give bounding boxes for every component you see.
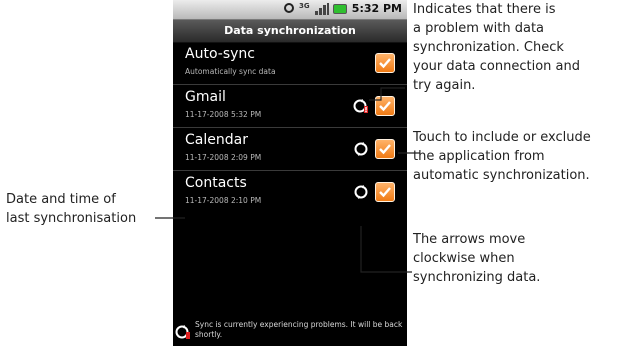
error-icon-leader-line bbox=[369, 87, 405, 101]
callout-arrows: The arrows move clockwise when synchroni… bbox=[413, 232, 541, 285]
callout-checkbox: Touch to include or exclude the applicat… bbox=[413, 130, 591, 183]
callout-timestamp: Date and time of last synchronisation bbox=[6, 192, 137, 226]
arrows-leader-line bbox=[360, 226, 412, 273]
callout-error-icon: Indicates that there is a problem with d… bbox=[413, 2, 580, 93]
